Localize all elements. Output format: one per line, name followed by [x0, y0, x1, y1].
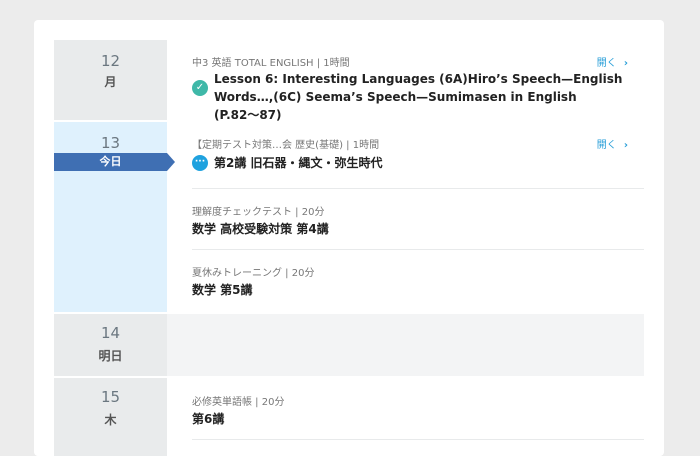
- task-title: Lesson 6: Interesting Languages (6A)Hiro…: [214, 72, 623, 122]
- day-row-14: 14 明日: [54, 314, 644, 376]
- day-content-12: 中3 英語 TOTAL ENGLISH | 1時間 開く › ✓ Lesson …: [167, 40, 644, 122]
- schedule-card: 12 月 中3 英語 TOTAL ENGLISH | 1時間 開く › ✓ Le…: [34, 20, 664, 456]
- task-title: 数学 高校受験対策 第4講: [192, 222, 329, 236]
- task-title: 第6講: [192, 412, 225, 426]
- chevron-right-icon: ›: [623, 140, 628, 151]
- day-content-14: [167, 314, 644, 376]
- task-meta: 夏休みトレーニング | 20分: [192, 268, 315, 279]
- task-entry[interactable]: 夏休みトレーニング | 20分 数学 第5講: [192, 249, 644, 312]
- check-circle-icon: ✓: [192, 80, 208, 96]
- day-label: 明日: [98, 349, 123, 363]
- day-row-13: 13 今日 【定期テスト対策…会 歴史(基礎) | 1時間 開く › ··· 第…: [54, 122, 644, 312]
- open-link[interactable]: 開く ›: [597, 136, 628, 151]
- task-meta: 必修英単語帳 | 20分: [192, 397, 285, 408]
- day-number: 15: [100, 388, 121, 406]
- task-meta: 【定期テスト対策…会 歴史(基礎) | 1時間: [192, 140, 380, 151]
- task-meta: 理解度チェックテスト | 20分: [192, 207, 325, 218]
- task-meta: 中3 英語 TOTAL ENGLISH | 1時間: [192, 58, 350, 69]
- today-badge: 今日: [54, 153, 167, 171]
- chevron-right-icon: ›: [623, 58, 628, 69]
- day-content-13: 【定期テスト対策…会 歴史(基礎) | 1時間 開く › ··· 第2講 旧石器…: [167, 122, 644, 312]
- task-entry[interactable]: 中3 英語 TOTAL ENGLISH | 1時間 開く › ✓ Lesson …: [192, 40, 644, 122]
- day-number: 13: [100, 134, 121, 152]
- task-entry[interactable]: 理解度チェックテスト | 20分 数学 高校受験対策 第4講: [192, 188, 644, 250]
- task-title: 第2講 旧石器・縄文・弥生時代: [214, 156, 383, 170]
- date-cell-15: 15 木: [54, 378, 167, 456]
- open-label: 開く: [596, 140, 617, 151]
- open-label: 開く: [596, 58, 617, 69]
- date-cell-14: 14 明日: [54, 314, 167, 376]
- task-title: 数学 第5講: [192, 283, 253, 297]
- ellipsis-circle-icon: ···: [192, 155, 208, 171]
- task-entry[interactable]: 【定期テスト対策…会 歴史(基礎) | 1時間 開く › ··· 第2講 旧石器…: [192, 122, 644, 189]
- day-row-15: 15 木 必修英単語帳 | 20分 第6講: [54, 378, 644, 456]
- day-content-15: 必修英単語帳 | 20分 第6講: [167, 378, 644, 456]
- date-cell-13: 13 今日: [54, 122, 167, 312]
- day-label: 月: [104, 75, 117, 89]
- open-link[interactable]: 開く ›: [597, 54, 628, 69]
- day-number: 12: [100, 52, 121, 70]
- day-row-12: 12 月 中3 英語 TOTAL ENGLISH | 1時間 開く › ✓ Le…: [54, 40, 644, 122]
- day-number: 14: [100, 324, 121, 342]
- day-label: 木: [104, 413, 117, 427]
- task-entry[interactable]: 必修英単語帳 | 20分 第6講: [192, 378, 644, 440]
- date-cell-12: 12 月: [54, 40, 167, 120]
